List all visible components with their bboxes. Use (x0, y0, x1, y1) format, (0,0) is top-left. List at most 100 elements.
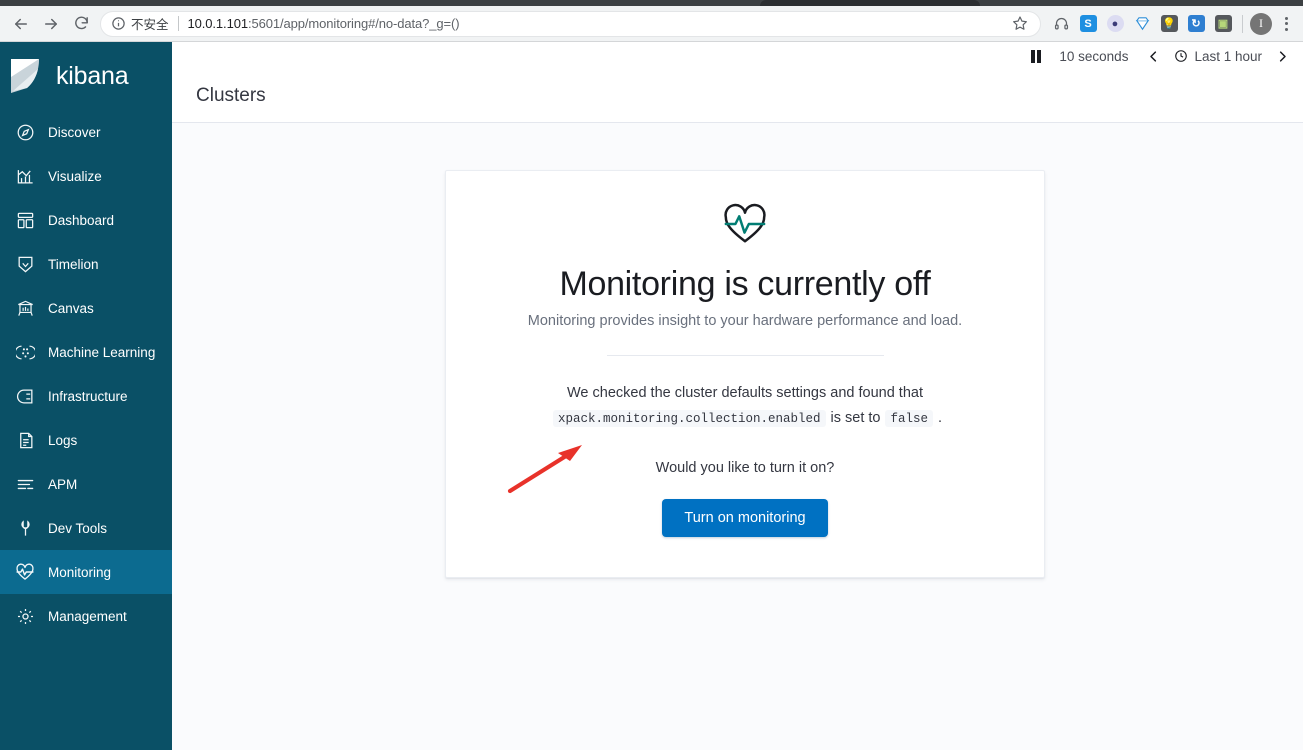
time-controls: 10 seconds Last 1 hour (1022, 43, 1299, 69)
sidebar-item-dev-tools[interactable]: Dev Tools (0, 506, 172, 550)
timelion-shield-icon (8, 255, 42, 274)
sidebar-item-label: Machine Learning (48, 344, 156, 360)
forward-arrow-icon (45, 18, 57, 29)
wrench-icon (8, 519, 42, 538)
url-path: :5601/app/monitoring#/no-data?_g=() (247, 16, 460, 31)
sidebar-item-label: Logs (48, 432, 78, 448)
apm-lines-icon (8, 475, 42, 494)
sidebar-item-logs[interactable]: Logs (0, 418, 172, 462)
clock-icon (1175, 50, 1188, 62)
chevron-left-icon (1150, 50, 1157, 62)
back-button[interactable] (6, 9, 36, 39)
sidebar-item-label: APM (48, 476, 78, 492)
browser-active-tab[interactable] (760, 0, 980, 6)
compass-icon (8, 123, 42, 142)
sidebar-item-label: Discover (48, 124, 101, 140)
reload-button[interactable] (66, 9, 96, 39)
card-subtitle: Monitoring provides insight to your hard… (527, 313, 963, 330)
browser-menu-icon[interactable] (1275, 12, 1297, 36)
browser-toolbar: 不安全 10.0.1.101:5601/app/monitoring#/no-d… (0, 6, 1303, 42)
explanation-end-text: . (938, 409, 943, 426)
omnibox-divider (177, 16, 179, 31)
bulb-extension-icon[interactable]: 💡 (1157, 12, 1181, 36)
sidebar-item-label: Monitoring (48, 564, 112, 580)
explanation-line-1: We checked the cluster defaults settings… (566, 385, 923, 402)
sidebar-item-infrastructure[interactable]: Infrastructure (0, 374, 172, 418)
main-area: 10 seconds Last 1 hour Clusters Monitori… (172, 42, 1303, 750)
infrastructure-icon (8, 387, 42, 406)
logs-document-icon (8, 431, 42, 450)
machine-learning-icon (8, 343, 42, 362)
headphones-extension-icon[interactable] (1049, 12, 1073, 36)
evernote-extension-icon[interactable]: S (1076, 12, 1100, 36)
sidebar-item-apm[interactable]: APM (0, 462, 172, 506)
security-label: 不安全 (131, 18, 169, 32)
refresh-interval-text: 10 seconds (1059, 48, 1129, 64)
url-host: 10.0.1.101 (187, 16, 249, 31)
card-title: Monitoring is currently off (559, 265, 931, 303)
gear-icon (8, 607, 42, 626)
profile-avatar[interactable]: I (1250, 12, 1272, 35)
site-info-icon[interactable] (111, 16, 126, 31)
pause-refresh-button[interactable] (1022, 43, 1051, 69)
sync-extension-icon[interactable]: ↻ (1184, 12, 1208, 36)
browser-tab-strip (0, 0, 1303, 6)
heart-pulse-icon (8, 562, 42, 582)
sidebar-item-timelion[interactable]: Timelion (0, 242, 172, 286)
back-arrow-icon (15, 18, 27, 29)
card-icon-wrapper (486, 201, 1004, 247)
sidebar-item-canvas[interactable]: Canvas (0, 286, 172, 330)
brand-name: kibana (56, 61, 129, 90)
prompt-question: Would you like to turn it on? (655, 460, 835, 477)
card-divider (606, 355, 884, 357)
content-area: Monitoring is currently off Monitoring p… (172, 123, 1303, 750)
bar-chart-icon (8, 167, 42, 186)
sidebar-nav: Discover Visualize Dashboard Timelion Ca… (0, 110, 172, 750)
page-header: Clusters (172, 70, 1303, 123)
sidebar-item-label: Management (48, 608, 127, 624)
sidebar-item-management[interactable]: Management (0, 594, 172, 638)
pause-icon (1030, 49, 1042, 63)
chevron-right-icon (1279, 50, 1286, 62)
setting-key-code: xpack.monitoring.collection.enabled (552, 410, 826, 428)
explanation-mid-text: is set to (830, 409, 881, 426)
globe-extension-icon[interactable]: ● (1103, 12, 1127, 36)
refresh-interval-label[interactable]: 10 seconds (1050, 43, 1137, 69)
brand-header[interactable]: kibana (0, 42, 172, 110)
canvas-easel-icon (8, 299, 42, 318)
sidebar-item-discover[interactable]: Discover (0, 110, 172, 154)
sidebar-item-dashboard[interactable]: Dashboard (0, 198, 172, 242)
sidebar-item-label: Visualize (48, 168, 102, 184)
sidebar-item-visualize[interactable]: Visualize (0, 154, 172, 198)
dashboard-grid-icon (8, 211, 42, 230)
setting-value-code: false (885, 410, 933, 428)
turn-on-monitoring-button[interactable]: Turn on monitoring (662, 499, 828, 538)
screenshot-extension-icon[interactable]: ▣ (1211, 12, 1235, 36)
sidebar-item-machine-learning[interactable]: Machine Learning (0, 330, 172, 374)
time-range-text: Last 1 hour (1194, 48, 1262, 64)
time-range-picker[interactable]: Last 1 hour (1170, 49, 1266, 64)
sidebar-item-monitoring[interactable]: Monitoring (0, 550, 172, 594)
next-time-button[interactable] (1266, 43, 1299, 69)
kibana-logo-icon (6, 55, 48, 97)
diamond-extension-icon[interactable] (1130, 12, 1154, 36)
no-data-card: Monitoring is currently off Monitoring p… (445, 170, 1045, 579)
sidebar-item-label: Infrastructure (48, 388, 128, 404)
previous-time-button[interactable] (1137, 43, 1170, 69)
reload-icon (74, 16, 88, 30)
kibana-app: kibana Discover Visualize Dashboard Time… (0, 42, 1303, 750)
global-toolbar: 10 seconds Last 1 hour (172, 42, 1303, 70)
address-bar[interactable]: 不安全 10.0.1.101:5601/app/monitoring#/no-d… (100, 10, 1041, 37)
sidebar: kibana Discover Visualize Dashboard Time… (0, 42, 172, 750)
explanation-line-2: xpack.monitoring.collection.enabled is s… (486, 407, 1004, 429)
heart-pulse-icon (724, 203, 766, 243)
sidebar-item-label: Dev Tools (48, 520, 108, 536)
toolbar-separator (1242, 14, 1243, 33)
extensions-bar: S ● 💡 ↻ ▣ I (1049, 12, 1297, 36)
bookmark-star-icon[interactable] (1012, 15, 1030, 33)
forward-button[interactable] (36, 9, 66, 39)
sidebar-item-label: Dashboard (48, 212, 115, 228)
url-text: 10.0.1.101:5601/app/monitoring#/no-data?… (188, 16, 1006, 31)
sidebar-item-label: Timelion (48, 256, 99, 272)
page-title: Clusters (196, 85, 266, 106)
